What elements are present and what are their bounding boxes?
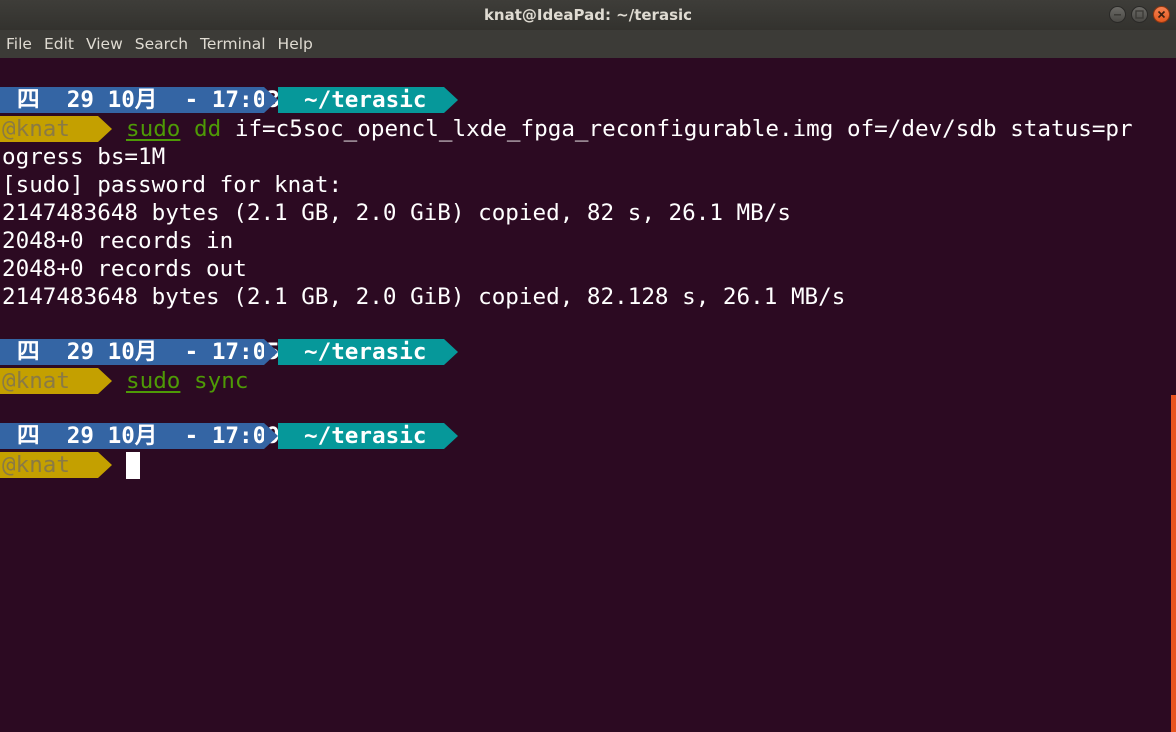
prompt-user: @knat: [0, 116, 112, 142]
text-cursor: [126, 452, 140, 479]
sudo-keyword: sudo: [126, 368, 181, 394]
prompt-line: @knat sudo dd if=c5soc_opencl_lxde_fpga_…: [0, 115, 1133, 143]
menu-edit[interactable]: Edit: [38, 30, 80, 58]
maximize-button[interactable]: [1131, 6, 1148, 23]
output-line: 2147483648 bytes (2.1 GB, 2.0 GiB) copie…: [2, 284, 846, 310]
terminal-window: knat@IdeaPad: ~/terasic File Edit View S…: [0, 0, 1176, 732]
menu-file[interactable]: File: [0, 30, 38, 58]
menu-view[interactable]: View: [80, 30, 129, 58]
menu-help[interactable]: Help: [272, 30, 319, 58]
prompt-dir: ~/terasic: [278, 87, 458, 113]
prompt-header: 四 29 10月 - 17:05 ~/terasic: [0, 339, 458, 365]
window-controls: [1109, 6, 1170, 23]
command-wrap: ogress bs=1M: [2, 144, 166, 170]
close-button[interactable]: [1153, 6, 1170, 23]
maximize-icon: [1135, 10, 1144, 19]
prompt-time: 四 29 10月 - 17:09: [0, 423, 280, 449]
menu-terminal[interactable]: Terminal: [194, 30, 272, 58]
command-text: sudo dd if=c5soc_opencl_lxde_fpga_reconf…: [126, 115, 1133, 143]
command-text: sudo sync: [126, 367, 248, 395]
menu-bar: File Edit View Search Terminal Help: [0, 30, 1176, 58]
prompt-time: 四 29 10月 - 17:05: [0, 339, 280, 365]
prompt-line: @knat: [0, 451, 140, 479]
command-program: sync: [194, 368, 249, 394]
scroll-indicator[interactable]: [1171, 395, 1176, 732]
prompt-user: @knat: [0, 452, 112, 478]
command-program: dd: [194, 116, 222, 142]
title-bar[interactable]: knat@IdeaPad: ~/terasic: [0, 0, 1176, 30]
minimize-button[interactable]: [1109, 6, 1126, 23]
terminal-content[interactable]: 四 29 10月 - 17:03 ~/terasic @knat sudo dd…: [0, 58, 1176, 732]
command-args: if=c5soc_opencl_lxde_fpga_reconfigurable…: [221, 116, 1133, 142]
prompt-dir: ~/terasic: [278, 339, 458, 365]
window-title: knat@IdeaPad: ~/terasic: [483, 6, 693, 24]
sudo-keyword: sudo: [126, 116, 181, 142]
output-line: 2147483648 bytes (2.1 GB, 2.0 GiB) copie…: [2, 200, 791, 226]
prompt-line: @knat sudo sync: [0, 367, 248, 395]
output-line: 2048+0 records out: [2, 256, 247, 282]
prompt-time: 四 29 10月 - 17:03: [0, 87, 280, 113]
prompt-user: @knat: [0, 368, 112, 394]
minimize-icon: [1114, 14, 1121, 16]
prompt-dir: ~/terasic: [278, 423, 458, 449]
close-icon: [1157, 10, 1166, 19]
output-line: [sudo] password for knat:: [2, 172, 343, 198]
prompt-header: 四 29 10月 - 17:09 ~/terasic: [0, 423, 458, 449]
menu-search[interactable]: Search: [129, 30, 194, 58]
prompt-header: 四 29 10月 - 17:03 ~/terasic: [0, 87, 458, 113]
command-input[interactable]: [126, 451, 140, 479]
output-line: 2048+0 records in: [2, 228, 234, 254]
